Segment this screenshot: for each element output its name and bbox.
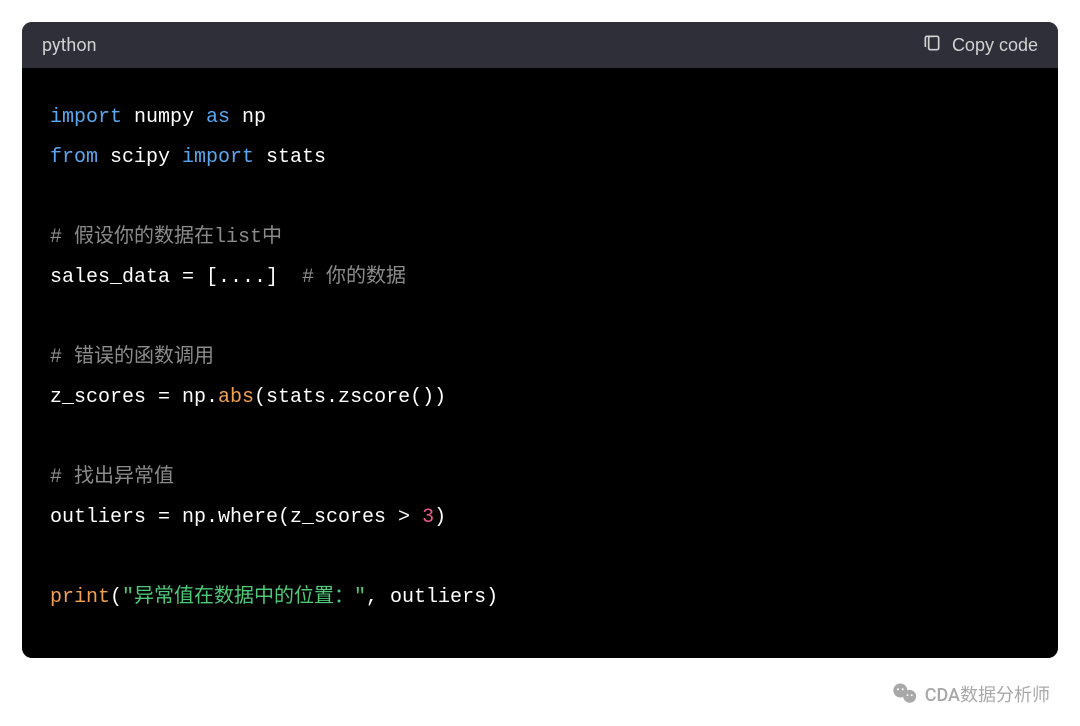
- keyword-from: from: [50, 146, 98, 169]
- code-text: , outliers): [366, 586, 498, 609]
- code-text: (: [110, 586, 122, 609]
- code-comment: # 错误的函数调用: [50, 346, 214, 369]
- code-text: scipy: [98, 146, 182, 169]
- code-comment: # 找出异常值: [50, 466, 174, 489]
- code-text: outliers = np.where(z_scores >: [50, 506, 422, 529]
- keyword-as: as: [206, 106, 230, 129]
- code-comment: # 假设你的数据在list中: [50, 226, 282, 249]
- watermark-text: CDA数据分析师: [925, 681, 1050, 707]
- code-content: import numpy as np from scipy import sta…: [22, 68, 1058, 658]
- clipboard-icon: [922, 33, 942, 58]
- code-text: stats: [254, 146, 326, 169]
- code-text: np: [230, 106, 266, 129]
- code-text: (stats.zscore()): [254, 386, 446, 409]
- code-function: print: [50, 586, 110, 609]
- code-function: abs: [218, 386, 254, 409]
- language-label: python: [42, 35, 97, 56]
- code-number: 3: [422, 506, 434, 529]
- copy-code-button[interactable]: Copy code: [922, 33, 1038, 58]
- code-block: python Copy code import numpy as np from…: [22, 22, 1058, 658]
- code-header: python Copy code: [22, 22, 1058, 68]
- code-text: numpy: [122, 106, 206, 129]
- code-text: z_scores = np.: [50, 386, 218, 409]
- code-comment: # 你的数据: [302, 266, 406, 289]
- watermark: CDA数据分析师: [891, 680, 1050, 708]
- code-text: ): [434, 506, 446, 529]
- keyword-import: import: [182, 146, 254, 169]
- code-string: "异常值在数据中的位置：": [122, 586, 366, 609]
- wechat-icon: [891, 680, 919, 708]
- code-text: sales_data = [....]: [50, 266, 302, 289]
- keyword-import: import: [50, 106, 122, 129]
- copy-code-label: Copy code: [952, 35, 1038, 56]
